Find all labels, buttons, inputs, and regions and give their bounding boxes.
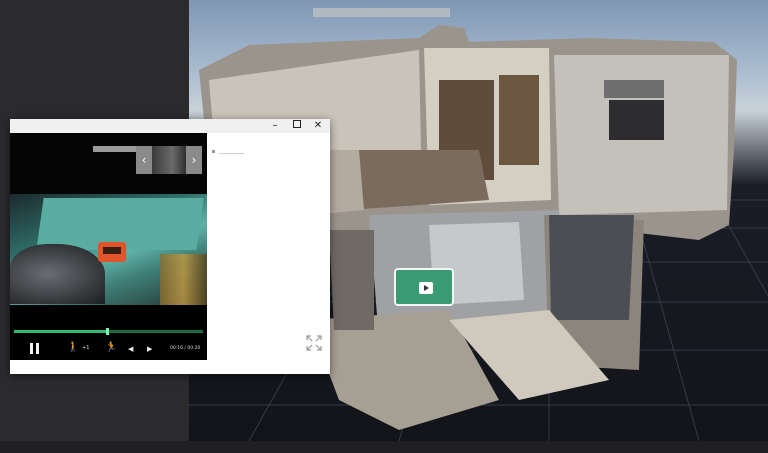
progress-fill	[14, 330, 107, 333]
thumbnail-image[interactable]	[152, 146, 186, 174]
rewind-icon[interactable]: ◀	[128, 345, 133, 353]
video-hand	[10, 244, 105, 304]
time-display: 00:16 / 00:20	[170, 346, 201, 351]
progress-bar[interactable]	[14, 328, 203, 335]
media-pane: ‹ › 🚶 +1 🏃 ◀ ▶ 00:16 / 00:20	[10, 133, 207, 360]
speed-label: +1	[82, 345, 90, 351]
walk-icon[interactable]: 🚶	[67, 342, 79, 353]
maximize-button[interactable]	[287, 119, 307, 133]
info-pane	[207, 133, 330, 360]
window-titlebar[interactable]: – ✕	[10, 119, 330, 133]
run-icon[interactable]: 🏃	[105, 342, 117, 353]
info-marker	[212, 150, 215, 153]
video-wires	[160, 254, 207, 305]
video-device	[98, 242, 126, 262]
bottom-strip	[0, 441, 768, 453]
pause-button[interactable]	[30, 343, 40, 354]
expand-icon[interactable]	[306, 335, 322, 351]
player-controls: 🚶 +1 🏃 ◀ ▶ 00:16 / 00:20	[10, 305, 207, 360]
progress-handle[interactable]	[105, 328, 109, 335]
close-button[interactable]: ✕	[308, 119, 328, 133]
prev-thumbnail-button[interactable]: ‹	[136, 146, 152, 174]
next-thumbnail-button[interactable]: ›	[186, 146, 202, 174]
media-popup-window: – ✕ ‹ › 🚶 +1 🏃 ◀ ▶ 00:16 / 00:20	[10, 119, 330, 374]
play-icon[interactable]	[419, 282, 433, 294]
video-hotspot-card[interactable]	[394, 268, 454, 306]
thumbnail-caption-bar	[93, 146, 136, 152]
forward-icon[interactable]: ▶	[147, 345, 152, 353]
thumbnail-strip: ‹ ›	[10, 133, 207, 194]
minimize-button[interactable]: –	[265, 119, 285, 133]
info-text-placeholder	[219, 153, 244, 154]
video-frame[interactable]	[10, 194, 207, 305]
maximize-icon	[293, 120, 301, 128]
